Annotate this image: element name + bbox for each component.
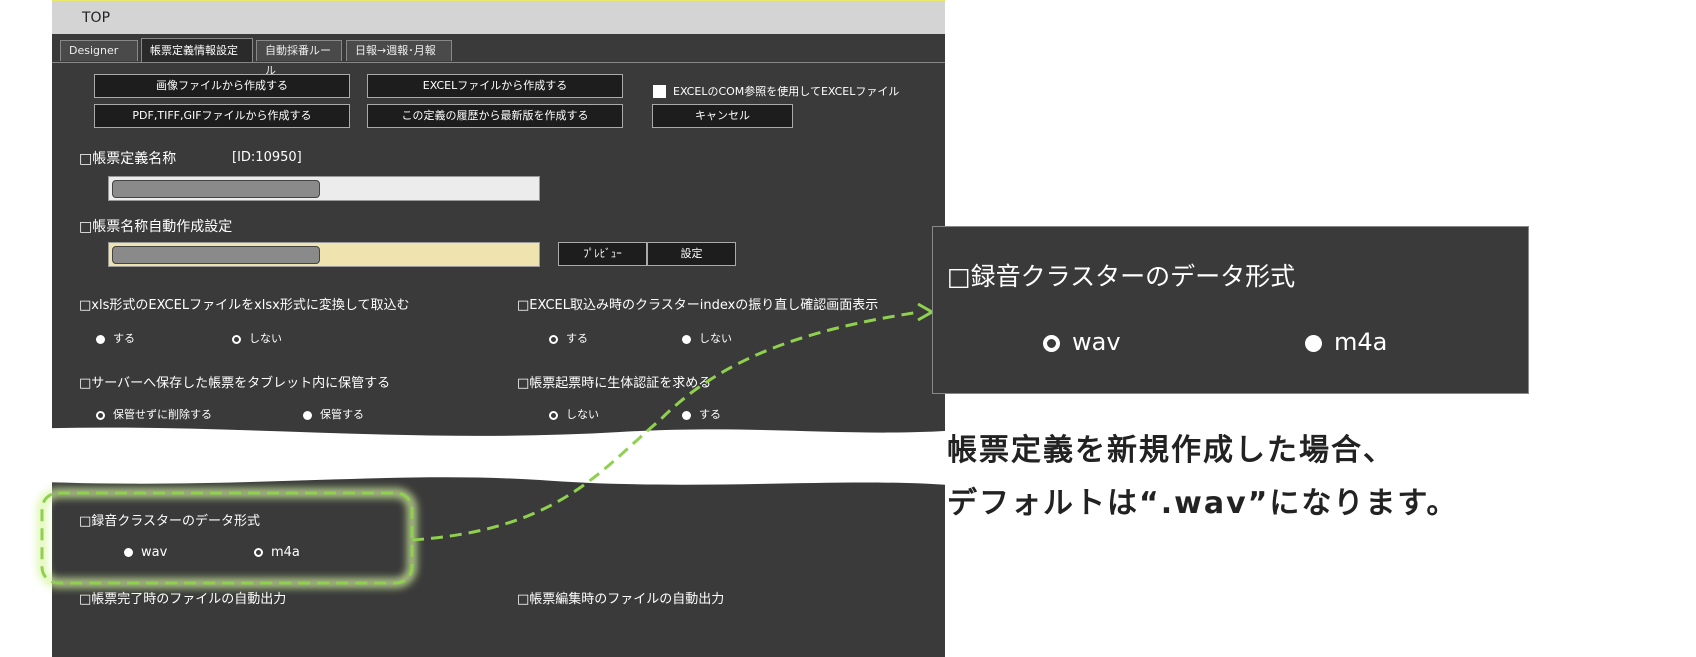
highlight-glow xyxy=(37,488,417,588)
highlight-box xyxy=(40,491,414,585)
annotation-line-1: 帳票定義を新規作成した場合、 xyxy=(947,433,1395,468)
zoomed-m4a-radio[interactable]: m4a xyxy=(1305,328,1387,356)
zoomed-wav-radio[interactable]: wav xyxy=(1043,328,1121,356)
torn-paper-break xyxy=(0,427,960,486)
radio-label: wav xyxy=(1072,328,1121,356)
callout-connector xyxy=(411,310,921,542)
radio-selected-icon xyxy=(1043,334,1060,352)
arrow-head-icon xyxy=(917,302,936,322)
annotation-line-2: デフォルトは“.wav”になります。 xyxy=(947,486,1459,521)
zoomed-audio-format-panel: □録音クラスターのデータ形式 wav m4a xyxy=(932,226,1529,394)
radio-dot-icon xyxy=(1305,334,1322,352)
radio-label: m4a xyxy=(1334,328,1388,356)
zoomed-audio-format-label: □録音クラスターのデータ形式 xyxy=(947,262,1296,291)
